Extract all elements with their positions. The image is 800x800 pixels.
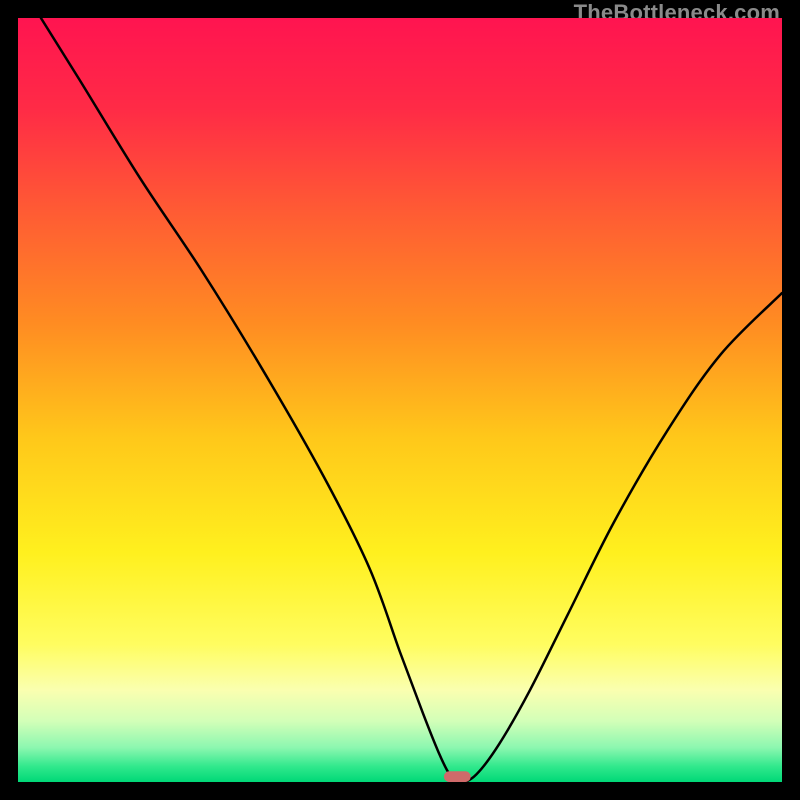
optimal-marker — [444, 771, 471, 782]
bottleneck-curve — [41, 18, 782, 782]
plot-area — [18, 18, 782, 782]
curve-layer — [18, 18, 782, 782]
chart-frame: TheBottleneck.com — [0, 0, 800, 800]
